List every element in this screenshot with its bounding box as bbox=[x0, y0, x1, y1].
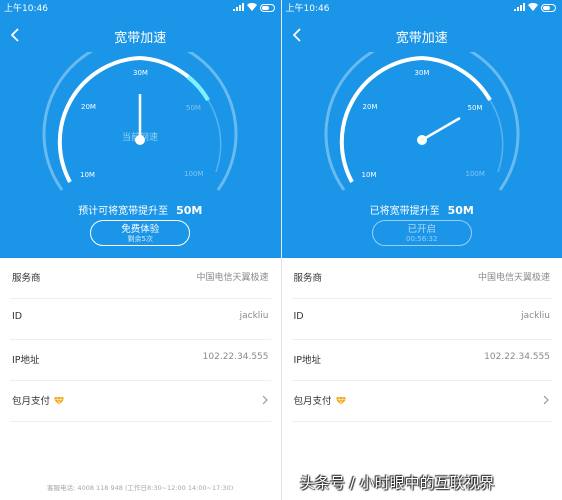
monthly-pay-label: 包月支付 bbox=[294, 393, 346, 407]
tick-30m: 30M bbox=[133, 69, 148, 77]
list-row-provider: 服务商 中国电信天翼极速 bbox=[291, 258, 552, 299]
ip-label: IP地址 bbox=[293, 355, 322, 366]
status-time: 上午10:46 bbox=[4, 4, 48, 14]
provider-label: 服务商 bbox=[293, 273, 323, 284]
vip-diamond-icon bbox=[335, 397, 346, 405]
gauge-active-arc-right bbox=[421, 56, 492, 102]
needle-hub bbox=[416, 135, 427, 145]
boost-status-text: 已将宽带提升至 bbox=[369, 206, 440, 217]
chevron-right-icon bbox=[262, 395, 268, 405]
ip-label: IP地址 bbox=[12, 355, 40, 366]
nav-bar: 宽带加速 bbox=[0, 22, 281, 50]
tick-50m: 50M bbox=[467, 104, 483, 112]
speed-gauge: 10M 20M 30M 50M 100M bbox=[322, 36, 522, 202]
list-row-ip: IP地址 102.22.34.555 bbox=[291, 340, 552, 381]
chevron-right-icon bbox=[543, 395, 549, 405]
free-trial-button[interactable]: 免费体验 剩余5次 bbox=[90, 220, 191, 246]
tick-10m: 10M bbox=[361, 171, 377, 179]
list-row-id: ID jackliu bbox=[10, 299, 271, 340]
gauge-needle bbox=[420, 116, 461, 142]
gauge-active-arc bbox=[339, 56, 422, 183]
tick-10m: 10M bbox=[80, 171, 95, 179]
id-label: ID bbox=[293, 311, 304, 322]
tick-100m: 100M bbox=[184, 170, 204, 178]
battery-icon bbox=[259, 4, 275, 12]
screen-before-boost: 上午10:46 宽带加速 当前网速 10M 20M 30M 50M 100M 预… bbox=[0, 0, 281, 500]
list-row-provider: 服务商 中国电信天翼极速 bbox=[10, 258, 271, 299]
boost-active-button: 已开启 00:56:32 bbox=[371, 220, 472, 246]
list-row-monthly-pay[interactable]: 包月支付 bbox=[291, 381, 552, 422]
tick-30m: 30M bbox=[414, 69, 430, 77]
wifi-icon bbox=[246, 3, 257, 11]
tick-20m: 20M bbox=[81, 103, 96, 111]
boost-estimate: 预计可将宽带提升至 50M bbox=[0, 202, 281, 217]
screenshot-pair: 上午10:46 宽带加速 当前网速 10M 20M 30M 50M 100M 预… bbox=[0, 0, 562, 500]
status-time: 上午10:46 bbox=[285, 4, 330, 14]
monthly-pay-text: 包月支付 bbox=[12, 396, 51, 407]
screen-after-boost: 上午10:46 宽带加速 10M 20M 30M 50M 100M 已将宽带提升… bbox=[280, 0, 562, 500]
list-row-id: ID jackliu bbox=[291, 299, 552, 340]
status-bar: 上午10:46 bbox=[282, 0, 562, 14]
id-value: jackliu bbox=[521, 311, 550, 321]
monthly-pay-label: 包月支付 bbox=[12, 393, 65, 407]
list-row-monthly-pay[interactable]: 包月支付 bbox=[10, 381, 271, 422]
watermark: 头条号 / 小时眼中的互联视界 bbox=[300, 474, 495, 492]
boost-active-label: 已开启 bbox=[407, 224, 436, 235]
ip-value: 102.22.34.555 bbox=[202, 352, 269, 362]
current-speed-label: 当前网速 bbox=[121, 133, 158, 143]
monthly-pay-text: 包月支付 bbox=[293, 396, 332, 407]
trials-remaining: 剩余5次 bbox=[127, 235, 153, 243]
id-label: ID bbox=[12, 311, 23, 322]
provider-value: 中国电信天翼极速 bbox=[477, 273, 550, 283]
gauge-active-arc-right bbox=[139, 56, 210, 102]
tick-50m: 50M bbox=[186, 104, 201, 112]
status-bar: 上午10:46 bbox=[0, 0, 281, 14]
signal-icon bbox=[514, 3, 525, 11]
signal-icon bbox=[232, 3, 244, 11]
provider-label: 服务商 bbox=[12, 273, 41, 284]
gauge-glow-arc bbox=[186, 75, 210, 102]
speed-gauge: 当前网速 10M 20M 30M 50M 100M bbox=[40, 36, 240, 202]
battery-icon bbox=[541, 4, 556, 12]
page-title: 宽带加速 bbox=[395, 31, 448, 46]
gauge-inactive-arc bbox=[488, 99, 503, 173]
support-hotline: 客服电话: 4008 118 948 (工作日8:30~12:00 14:00~… bbox=[47, 484, 234, 492]
id-value: jackliu bbox=[239, 311, 269, 321]
tick-100m: 100M bbox=[465, 170, 485, 178]
provider-value: 中国电信天翼极速 bbox=[196, 273, 269, 283]
boost-estimate-value: 50M bbox=[176, 204, 203, 217]
account-info-list: 服务商 中国电信天翼极速 ID jackliu IP地址 102.22.34.5… bbox=[282, 258, 562, 422]
ip-value: 102.22.34.555 bbox=[484, 352, 550, 362]
gauge-active-arc bbox=[57, 56, 141, 183]
boost-status-value: 50M bbox=[447, 204, 474, 217]
list-row-ip: IP地址 102.22.34.555 bbox=[10, 340, 271, 381]
account-info-list: 服务商 中国电信天翼极速 ID jackliu IP地址 102.22.34.5… bbox=[0, 258, 281, 422]
boost-status: 已将宽带提升至 50M bbox=[282, 202, 562, 217]
nav-bar: 宽带加速 bbox=[282, 22, 562, 50]
page-title: 宽带加速 bbox=[114, 31, 167, 46]
speed-hero: 上午10:46 宽带加速 当前网速 10M 20M 30M 50M 100M 预… bbox=[0, 0, 281, 258]
wifi-icon bbox=[528, 3, 538, 11]
boost-timer: 00:56:32 bbox=[406, 235, 438, 243]
free-trial-label: 免费体验 bbox=[121, 224, 160, 235]
boost-estimate-text: 预计可将宽带提升至 bbox=[78, 206, 169, 217]
vip-diamond-icon bbox=[54, 397, 65, 405]
tick-20m: 20M bbox=[362, 103, 378, 111]
speed-hero: 上午10:46 宽带加速 10M 20M 30M 50M 100M 已将宽带提升… bbox=[281, 0, 562, 258]
